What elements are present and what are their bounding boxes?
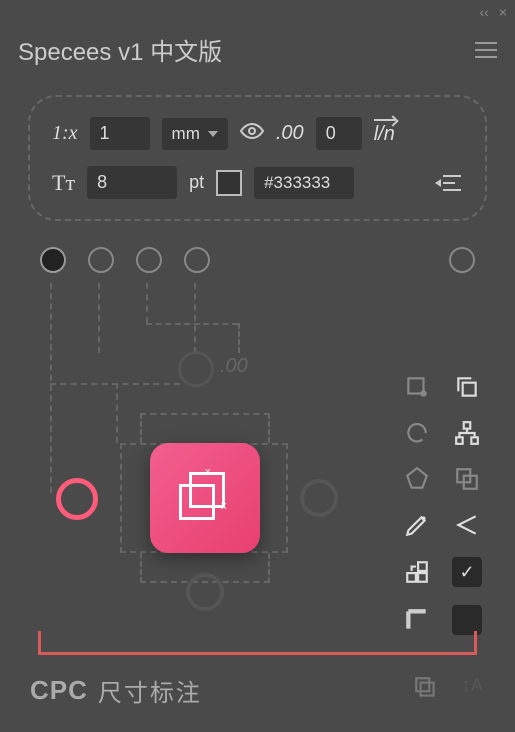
guide-line: [50, 283, 52, 493]
guide-line: [146, 283, 148, 323]
dimension-tile[interactable]: x x: [150, 443, 260, 553]
active-anchor-dot[interactable]: [56, 478, 98, 520]
guide-line: [98, 283, 100, 353]
decimals-label: .00: [276, 122, 304, 145]
line-notation-icon[interactable]: l/n: [374, 121, 395, 146]
node-circle[interactable]: [178, 351, 214, 387]
brand-logo: CPC: [30, 675, 88, 706]
footer: CPC 尺寸标注 ɪA: [0, 673, 515, 708]
close-button[interactable]: ×: [499, 4, 507, 20]
group-icon[interactable]: [403, 558, 431, 586]
annotate-icon[interactable]: [403, 373, 431, 401]
decimals-input[interactable]: [316, 117, 362, 150]
anchor-right-dot[interactable]: [300, 479, 338, 517]
panel-title: Specees v1 中文版: [18, 32, 222, 67]
unit-select[interactable]: mm: [162, 118, 228, 150]
anchor-bottom-dot[interactable]: [186, 573, 224, 611]
hex-input[interactable]: [254, 167, 354, 199]
panel-header: Specees v1 中文版: [0, 24, 515, 85]
guide-line: [238, 323, 240, 353]
menu-icon[interactable]: [475, 42, 497, 58]
guide-line: [194, 283, 196, 353]
font-unit-label: pt: [189, 172, 204, 193]
color-swatch[interactable]: [216, 170, 242, 196]
footer-label: 尺寸标注: [98, 673, 202, 708]
settings-panel: 1:x mm .00 l/n Tᴛ pt: [28, 95, 487, 221]
anchor-option-3[interactable]: [136, 247, 162, 273]
unit-value: mm: [172, 124, 200, 144]
guide-line: [50, 383, 180, 385]
scale-input[interactable]: [90, 117, 150, 150]
dimension-icon: x x: [179, 472, 231, 524]
arrow-left-icon[interactable]: [453, 511, 481, 539]
corner-icon[interactable]: [403, 606, 431, 634]
guide-line: [116, 383, 118, 443]
anchor-option-4[interactable]: [184, 247, 210, 273]
font-size-input[interactable]: [87, 166, 177, 199]
anchor-option-2[interactable]: [88, 247, 114, 273]
tool-grid: ✓: [399, 373, 485, 635]
anchor-option-1[interactable]: [40, 247, 66, 273]
text-align-icon[interactable]: [435, 173, 463, 193]
collapse-button[interactable]: ‹‹: [479, 4, 488, 20]
pen-icon[interactable]: [403, 511, 431, 539]
anchor-option-right[interactable]: [449, 247, 475, 273]
anchor-row: [0, 239, 515, 273]
refresh-icon[interactable]: [403, 419, 431, 447]
frame-top: [140, 413, 270, 443]
hierarchy-icon[interactable]: [453, 419, 481, 447]
footer-dimension-icon[interactable]: [413, 675, 439, 706]
overlap-icon[interactable]: [453, 465, 481, 493]
pentagon-icon[interactable]: [403, 465, 431, 493]
copy-icon[interactable]: [453, 373, 481, 401]
footer-text-icon[interactable]: ɪA: [463, 675, 485, 706]
window-titlebar: ‹‹ ×: [0, 0, 515, 24]
guide-line: [146, 323, 238, 325]
dimension-bracket: [38, 631, 477, 655]
chevron-down-icon: [208, 131, 218, 137]
diagram-stage: .00 x x ✓: [20, 283, 495, 643]
decimal-hint: .00: [220, 355, 248, 378]
check-toggle[interactable]: ✓: [452, 557, 482, 587]
scale-label: 1:x: [52, 122, 78, 145]
eye-icon[interactable]: [240, 119, 264, 149]
font-size-label: Tᴛ: [52, 170, 75, 196]
